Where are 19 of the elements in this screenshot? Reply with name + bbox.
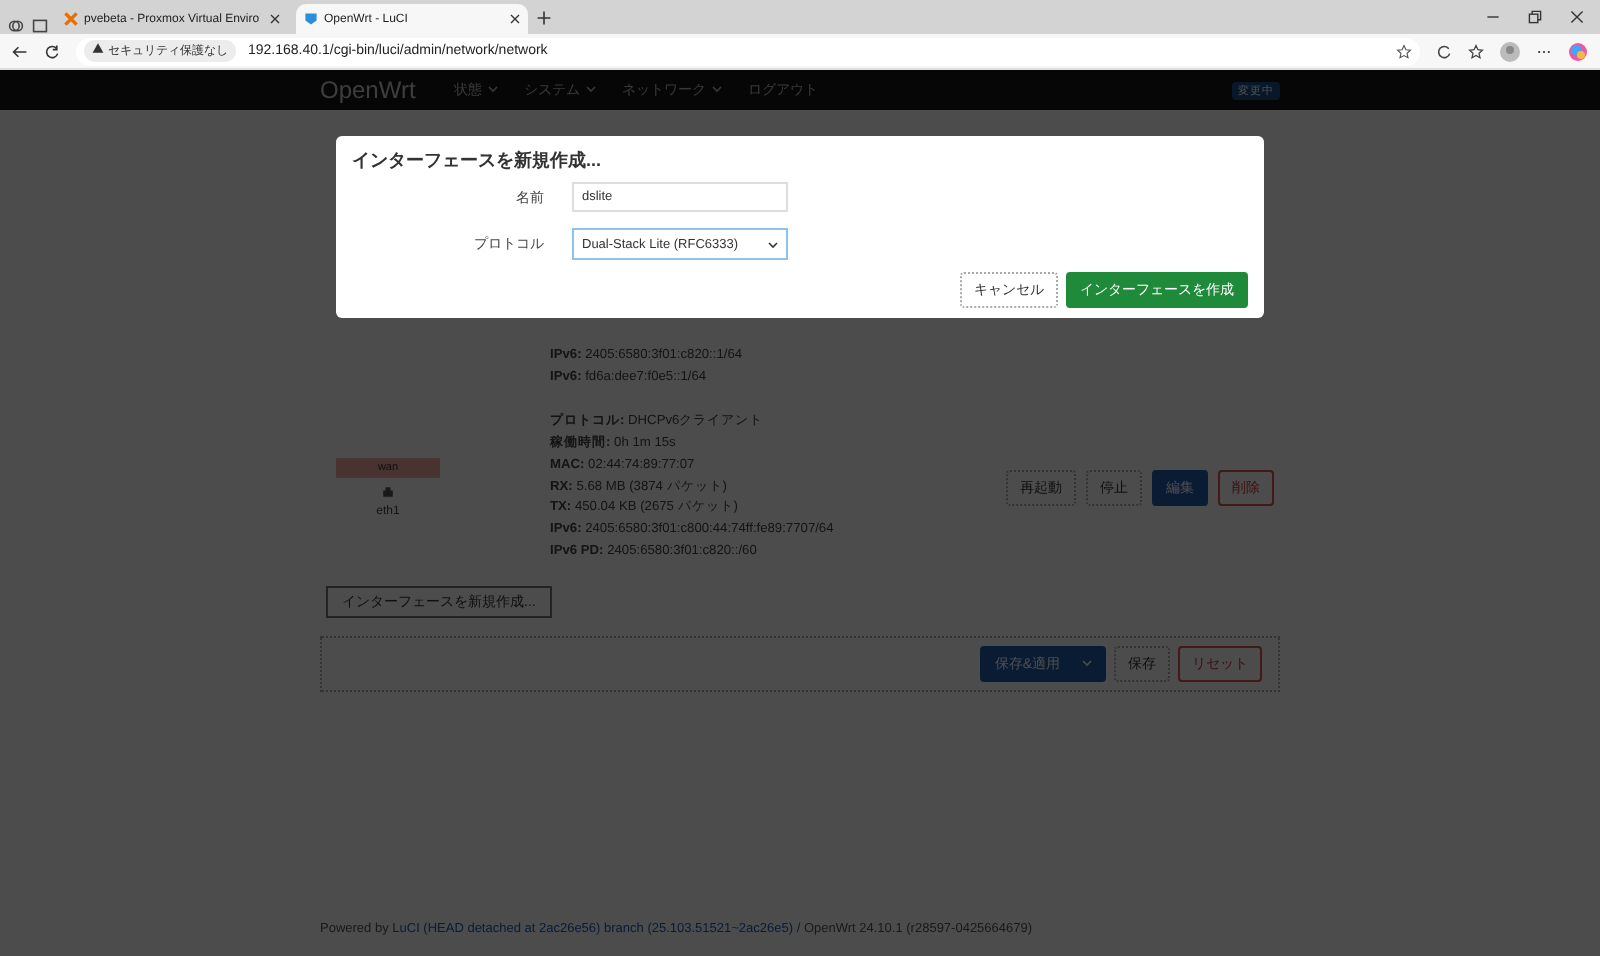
star-icon[interactable] <box>1396 43 1412 59</box>
reload-icon[interactable] <box>44 43 60 59</box>
minimize-icon[interactable] <box>1486 10 1500 24</box>
caret-icon <box>768 239 778 249</box>
close-icon[interactable] <box>1570 10 1584 24</box>
workspaces-icon[interactable] <box>8 18 24 34</box>
close-icon[interactable] <box>270 14 280 24</box>
shield-logo-icon[interactable] <box>304 12 318 26</box>
refresh-icon[interactable] <box>1436 43 1452 59</box>
warning-icon <box>92 42 104 54</box>
dialog-title: インターフェースを新規作成... <box>352 148 604 174</box>
copilot-icon[interactable] <box>1568 41 1588 61</box>
new-tab-icon[interactable] <box>536 9 552 25</box>
restore-icon[interactable] <box>1528 10 1542 24</box>
close-icon[interactable] <box>510 14 520 24</box>
favorites-icon[interactable] <box>1468 43 1484 59</box>
back-icon[interactable] <box>12 43 28 59</box>
avatar-icon[interactable] <box>1500 41 1520 61</box>
tab-actions-icon[interactable] <box>32 18 48 34</box>
